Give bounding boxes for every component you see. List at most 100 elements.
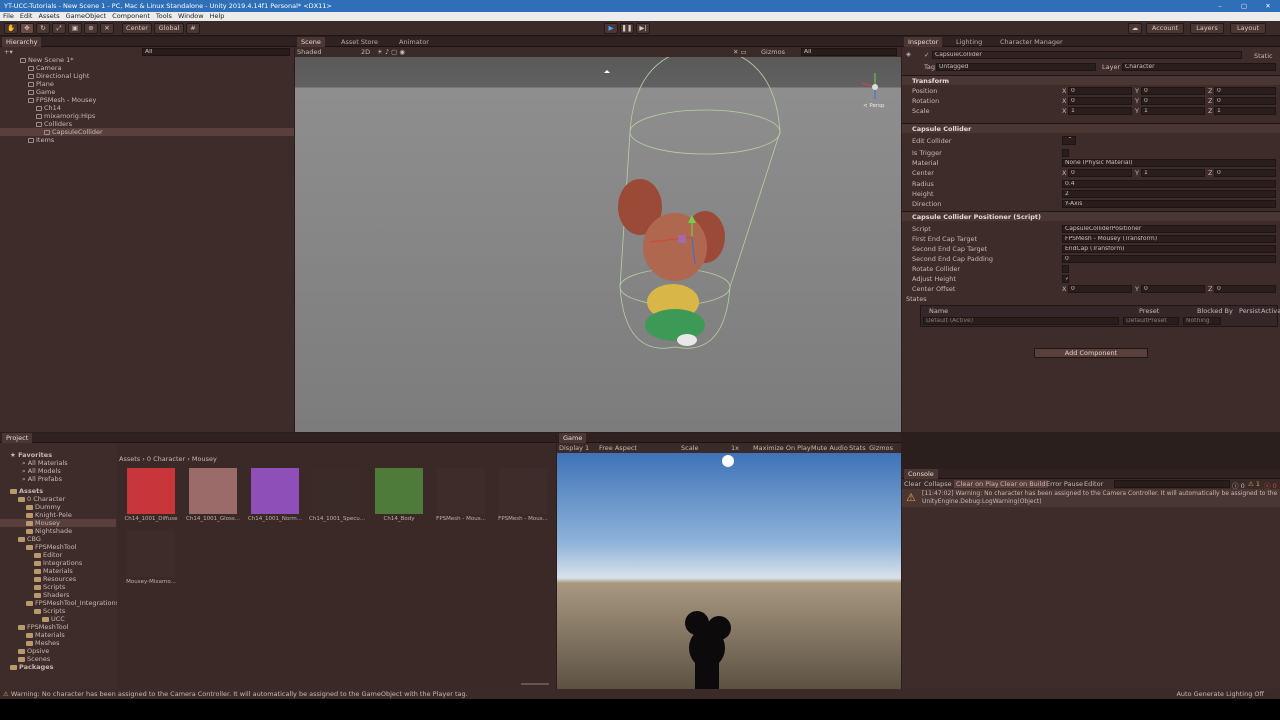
hierarchy-item[interactable]: New Scene 1* <box>0 56 294 64</box>
center-z-field[interactable]: 0 <box>1214 169 1276 177</box>
hierarchy-item[interactable]: Directional Light <box>0 72 294 80</box>
console-search-input[interactable] <box>1114 480 1230 488</box>
first-endcap-field[interactable]: FPSMesh - Mousey (Transform) <box>1062 235 1276 243</box>
project-folder[interactable]: Meshes <box>0 639 116 647</box>
hierarchy-item[interactable]: mixamorig:Hips <box>0 112 294 120</box>
project-folder[interactable]: FPSMeshTool <box>0 543 116 551</box>
tab-character-manager[interactable]: Character Manager <box>996 37 1067 47</box>
project-folder[interactable]: Dummy <box>0 503 116 511</box>
state-blocked-dropdown[interactable]: Nothing <box>1183 317 1221 325</box>
direction-dropdown[interactable]: Y-Axis <box>1062 200 1276 208</box>
mute-audio-toggle[interactable]: Mute Audio <box>811 444 848 452</box>
project-folder[interactable]: Scripts <box>0 583 116 591</box>
project-folder[interactable]: CBG <box>0 535 116 543</box>
tab-game[interactable]: Game <box>559 433 587 443</box>
rect-tool-icon[interactable]: ▣ <box>68 23 82 34</box>
play-button-icon[interactable]: ▶ <box>604 23 618 34</box>
hierarchy-search-input[interactable]: All <box>142 48 290 56</box>
menu-file[interactable]: File <box>0 12 17 20</box>
offset-y-field[interactable]: 0 <box>1141 285 1205 293</box>
hierarchy-item[interactable]: FPSMesh - Mousey <box>0 96 294 104</box>
tab-scene[interactable]: Scene <box>297 37 325 47</box>
asset-thumbnail[interactable] <box>437 468 485 514</box>
adjust-height-checkbox[interactable]: ✓ <box>1062 275 1069 283</box>
mouse-character[interactable] <box>618 179 725 346</box>
project-folder[interactable]: Knight-Pele <box>0 511 116 519</box>
menu-assets[interactable]: Assets <box>35 12 62 20</box>
hierarchy-item[interactable]: Colliders <box>0 120 294 128</box>
hierarchy-item[interactable]: Game <box>0 88 294 96</box>
stats-toggle[interactable]: Stats <box>849 444 866 452</box>
transform-x-field[interactable]: 0 <box>1068 87 1132 95</box>
pivot-global-button[interactable]: Global <box>154 23 184 34</box>
favorites-item[interactable]: ⌕ All Materials <box>0 459 116 467</box>
project-folder[interactable]: Editor <box>0 551 116 559</box>
asset-thumbnail[interactable] <box>127 468 175 514</box>
tab-hierarchy[interactable]: Hierarchy <box>2 37 42 47</box>
scene-search-input[interactable]: All <box>801 48 897 56</box>
breadcrumb-character[interactable]: 0 Character <box>147 455 185 463</box>
breadcrumb-mousey[interactable]: Mousey <box>192 455 217 463</box>
script-field[interactable]: CapsuleColliderPositioner <box>1062 225 1276 233</box>
scale-tool-icon[interactable]: ⤢ <box>52 23 66 34</box>
project-folder[interactable]: Packages <box>0 663 116 671</box>
tools-icon[interactable]: ✕ ▭ <box>733 48 747 56</box>
project-folder[interactable]: Materials <box>0 567 116 575</box>
transform-y-field[interactable]: 0 <box>1141 97 1205 105</box>
tab-lighting[interactable]: Lighting <box>952 37 986 47</box>
clear-on-build-toggle[interactable]: Clear on Build <box>998 480 1048 488</box>
snap-icon[interactable]: # <box>186 23 200 34</box>
hierarchy-item[interactable]: Camera <box>0 64 294 72</box>
hierarchy-item[interactable]: CapsuleCollider <box>0 128 294 136</box>
asset-thumbnail[interactable] <box>499 468 547 514</box>
hand-tool-icon[interactable]: ✋ <box>4 23 18 34</box>
layers-dropdown[interactable]: Layers <box>1190 23 1224 34</box>
shading-dropdown[interactable]: Shaded <box>297 48 321 56</box>
rotate-collider-checkbox[interactable] <box>1062 265 1069 273</box>
offset-x-field[interactable]: 0 <box>1068 285 1132 293</box>
pause-button-icon[interactable]: ❚❚ <box>620 23 634 34</box>
account-dropdown[interactable]: Account <box>1146 23 1184 34</box>
project-folder[interactable]: 0 Character <box>0 495 116 503</box>
project-folder[interactable]: Nightshade <box>0 527 116 535</box>
project-folder[interactable]: Opsive <box>0 647 116 655</box>
material-field[interactable]: None (Physic Material) <box>1062 159 1276 167</box>
gizmos-dropdown[interactable]: Gizmos <box>761 48 785 56</box>
add-icon[interactable]: +▾ <box>4 48 13 56</box>
center-x-field[interactable]: 0 <box>1068 169 1132 177</box>
offset-z-field[interactable]: 0 <box>1214 285 1276 293</box>
positioner-header[interactable]: Capsule Collider Positioner (Script) <box>902 211 1280 221</box>
collapse-toggle[interactable]: Collapse <box>924 480 952 488</box>
tab-project[interactable]: Project <box>2 433 33 443</box>
menu-window[interactable]: Window <box>175 12 207 20</box>
hierarchy-item[interactable]: Ch14 <box>0 104 294 112</box>
asset-thumbnail[interactable] <box>375 468 423 514</box>
game-gizmos-toggle[interactable]: Gizmos <box>869 444 893 452</box>
auto-lighting-status[interactable]: Auto Generate Lighting Off <box>1176 689 1264 699</box>
asset-thumbnail[interactable] <box>127 531 175 577</box>
display-dropdown[interactable]: Display 1 <box>559 444 589 452</box>
error-pause-toggle[interactable]: Error Pause <box>1046 480 1083 488</box>
project-folder[interactable]: Assets <box>0 487 116 495</box>
transform-x-field[interactable]: 1 <box>1068 107 1132 115</box>
is-trigger-checkbox[interactable] <box>1062 149 1069 157</box>
menu-component[interactable]: Component <box>109 12 153 20</box>
2d-toggle[interactable]: 2D <box>361 48 370 56</box>
transform-z-field[interactable]: 0 <box>1214 97 1276 105</box>
hierarchy-item[interactable]: Plane <box>0 80 294 88</box>
close-icon[interactable]: ✕ <box>1256 0 1280 12</box>
warning-count[interactable]: ⚠ 1 <box>1248 480 1260 488</box>
status-message[interactable]: Warning: No character has been assigned … <box>11 690 468 698</box>
tab-asset-store[interactable]: Asset Store <box>337 37 382 47</box>
radius-field[interactable]: 0.4 <box>1062 180 1276 188</box>
layer-dropdown[interactable]: Character <box>1122 63 1276 71</box>
aspect-dropdown[interactable]: Free Aspect <box>599 444 637 452</box>
step-button-icon[interactable]: ▶| <box>636 23 650 34</box>
menu-gameobject[interactable]: GameObject <box>63 12 110 20</box>
orientation-gizmo-icon[interactable] <box>861 73 878 99</box>
transform-tool-icon[interactable]: ⊕ <box>84 23 98 34</box>
menu-help[interactable]: Help <box>207 12 228 20</box>
rotate-tool-icon[interactable]: ↻ <box>36 23 50 34</box>
edit-collider-button-icon[interactable]: ⌃ <box>1062 136 1076 145</box>
favorites-header[interactable]: ★ Favorites <box>0 451 116 459</box>
